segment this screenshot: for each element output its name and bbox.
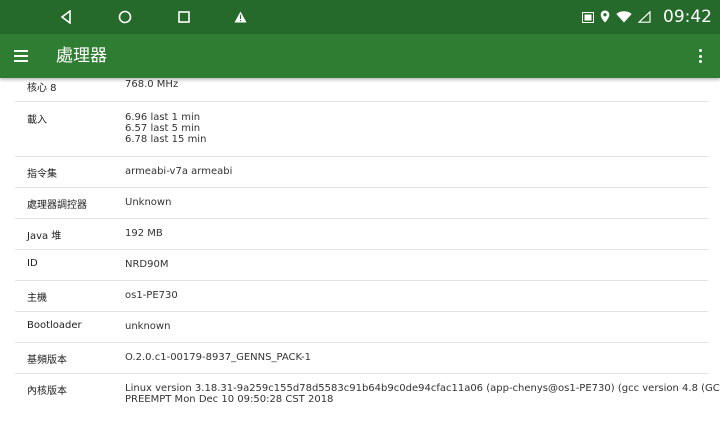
row-label: Bootloader bbox=[27, 320, 82, 331]
info-row-instruction-set: 指令集 armeabi-v7a armeabi bbox=[15, 157, 708, 188]
row-value: Unknown bbox=[125, 197, 172, 208]
row-label: 處理器調控器 bbox=[27, 200, 87, 211]
info-row-load: 載入 6.96 last 1 min 6.57 last 5 min 6.78 … bbox=[15, 102, 708, 157]
row-label: Java 堆 bbox=[27, 231, 62, 242]
row-label: 主機 bbox=[27, 293, 47, 304]
cast-icon bbox=[582, 8, 594, 27]
row-value: 192 MB bbox=[125, 228, 163, 239]
info-row-core8: 核心 8 768.0 MHz bbox=[15, 78, 708, 102]
recents-square-icon[interactable] bbox=[172, 0, 196, 34]
row-label: ID bbox=[27, 258, 38, 269]
row-label: 指令集 bbox=[27, 169, 57, 180]
row-value: NRD90M bbox=[125, 259, 169, 270]
row-value: O.2.0.c1-00179-8937_GENNS_PACK-1 bbox=[125, 352, 311, 363]
row-label: 基頻版本 bbox=[27, 355, 67, 366]
back-triangle-icon[interactable] bbox=[54, 0, 78, 34]
row-value: os1-PE730 bbox=[125, 290, 178, 301]
status-icons: 09:42 bbox=[582, 0, 712, 34]
row-label: 核心 8 bbox=[27, 83, 57, 94]
info-row-java-heap: Java 堆 192 MB bbox=[15, 219, 708, 250]
info-row-baseband: 基頻版本 O.2.0.c1-00179-8937_GENNS_PACK-1 bbox=[15, 343, 708, 374]
home-circle-icon[interactable] bbox=[113, 0, 137, 34]
row-value: 768.0 MHz bbox=[125, 79, 179, 90]
location-icon bbox=[600, 8, 610, 27]
info-row-governor: 處理器調控器 Unknown bbox=[15, 188, 708, 219]
row-label: 載入 bbox=[27, 115, 47, 126]
signal-icon bbox=[637, 8, 651, 27]
app-bar: 處理器 bbox=[0, 34, 720, 78]
row-value: armeabi-v7a armeabi bbox=[125, 166, 233, 177]
warning-icon bbox=[230, 0, 250, 34]
wifi-icon bbox=[616, 8, 632, 27]
status-bar: 09:42 bbox=[0, 0, 720, 34]
info-row-host: 主機 os1-PE730 bbox=[15, 281, 708, 312]
row-value: 6.96 last 1 min 6.57 last 5 min 6.78 las… bbox=[125, 112, 207, 145]
hamburger-menu-icon[interactable] bbox=[14, 46, 36, 66]
row-value: unknown bbox=[125, 321, 171, 332]
clock: 09:42 bbox=[663, 7, 712, 27]
more-vert-icon[interactable] bbox=[694, 46, 706, 66]
processor-info-list[interactable]: 核心 8 768.0 MHz 載入 6.96 last 1 min 6.57 l… bbox=[0, 78, 720, 421]
page-title: 處理器 bbox=[56, 46, 107, 66]
info-row-id: ID NRD90M bbox=[15, 250, 708, 281]
row-value: Linux version 3.18.31-9a259c155d78d5583c… bbox=[125, 383, 720, 405]
row-label: 內核版本 bbox=[27, 386, 67, 397]
info-row-kernel: 內核版本 Linux version 3.18.31-9a259c155d78d… bbox=[15, 374, 720, 421]
info-row-bootloader: Bootloader unknown bbox=[15, 312, 708, 343]
